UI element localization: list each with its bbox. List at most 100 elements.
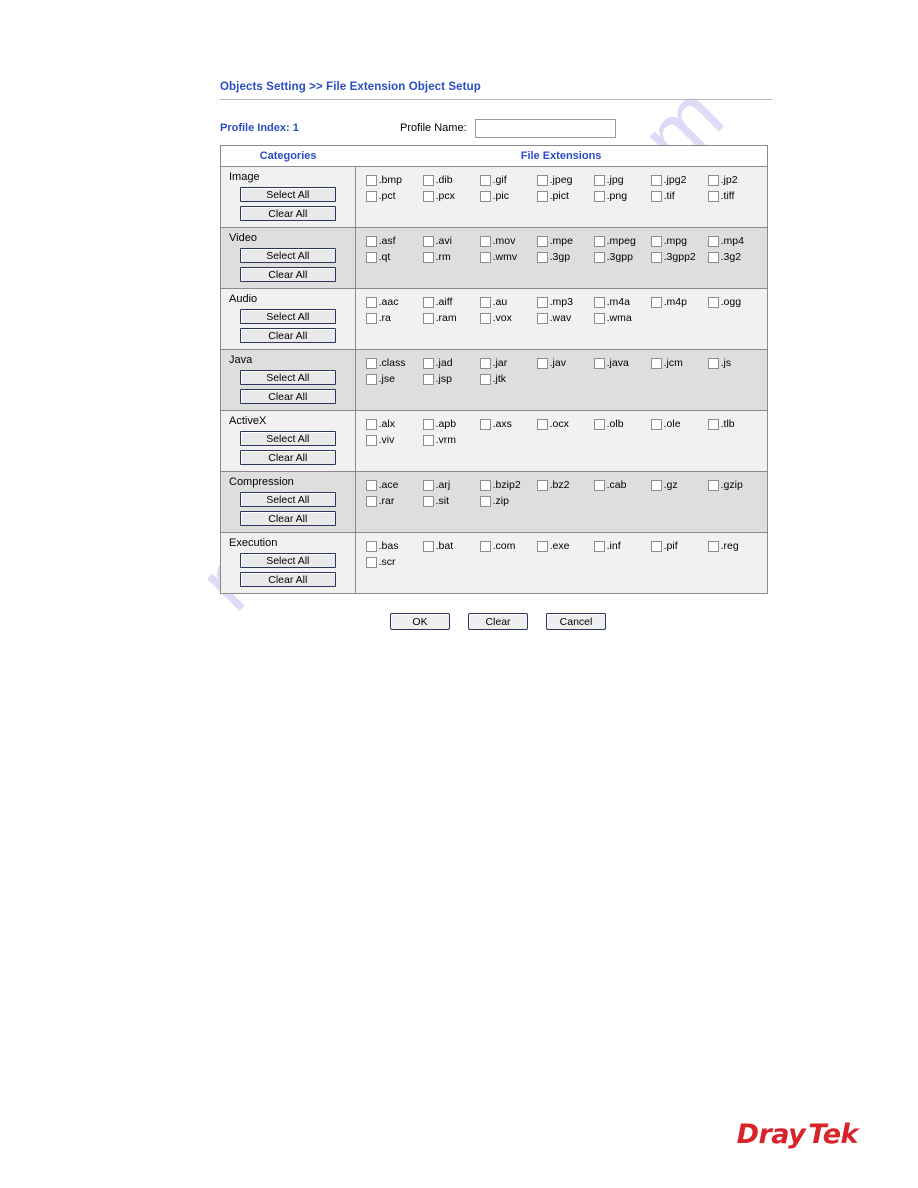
- checkbox-icon[interactable]: [479, 373, 491, 385]
- checkbox-icon[interactable]: [365, 495, 377, 507]
- extension-option[interactable]: .m4a: [593, 296, 651, 308]
- clear-all-button-execution[interactable]: Clear All: [239, 572, 336, 587]
- checkbox-icon[interactable]: [650, 479, 662, 491]
- extension-option[interactable]: .jad: [422, 357, 480, 369]
- checkbox-icon[interactable]: [593, 357, 605, 369]
- select-all-button-activex[interactable]: Select All: [239, 431, 336, 446]
- extension-option[interactable]: .jpg2: [650, 174, 708, 186]
- extension-option[interactable]: .vrm: [422, 434, 480, 446]
- extension-option[interactable]: .3gp: [536, 251, 594, 263]
- checkbox-icon[interactable]: [593, 540, 605, 552]
- extension-option[interactable]: .pcx: [422, 190, 480, 202]
- checkbox-icon[interactable]: [365, 296, 377, 308]
- select-all-button-compression[interactable]: Select All: [239, 492, 336, 507]
- extension-option[interactable]: .vox: [479, 312, 537, 324]
- checkbox-icon[interactable]: [707, 251, 719, 263]
- extension-option[interactable]: .mov: [479, 235, 537, 247]
- extension-option[interactable]: .pct: [365, 190, 423, 202]
- checkbox-icon[interactable]: [365, 556, 377, 568]
- extension-option[interactable]: .jav: [536, 357, 594, 369]
- clear-all-button-image[interactable]: Clear All: [239, 206, 336, 221]
- extension-option[interactable]: .tlb: [707, 418, 765, 430]
- extension-option[interactable]: .jpg: [593, 174, 651, 186]
- checkbox-icon[interactable]: [650, 418, 662, 430]
- checkbox-icon[interactable]: [536, 251, 548, 263]
- select-all-button-audio[interactable]: Select All: [239, 309, 336, 324]
- extension-option[interactable]: .viv: [365, 434, 423, 446]
- checkbox-icon[interactable]: [707, 357, 719, 369]
- extension-option[interactable]: .ole: [650, 418, 708, 430]
- extension-option[interactable]: .exe: [536, 540, 594, 552]
- checkbox-icon[interactable]: [650, 174, 662, 186]
- extension-option[interactable]: .mp3: [536, 296, 594, 308]
- extension-option[interactable]: .mpe: [536, 235, 594, 247]
- extension-option[interactable]: .olb: [593, 418, 651, 430]
- checkbox-icon[interactable]: [536, 296, 548, 308]
- checkbox-icon[interactable]: [593, 190, 605, 202]
- select-all-button-video[interactable]: Select All: [239, 248, 336, 263]
- checkbox-icon[interactable]: [707, 174, 719, 186]
- checkbox-icon[interactable]: [422, 373, 434, 385]
- checkbox-icon[interactable]: [365, 251, 377, 263]
- extension-option[interactable]: .aiff: [422, 296, 480, 308]
- checkbox-icon[interactable]: [422, 251, 434, 263]
- checkbox-icon[interactable]: [422, 296, 434, 308]
- extension-option[interactable]: .apb: [422, 418, 480, 430]
- checkbox-icon[interactable]: [650, 296, 662, 308]
- checkbox-icon[interactable]: [593, 479, 605, 491]
- extension-option[interactable]: .inf: [593, 540, 651, 552]
- extension-option[interactable]: .m4p: [650, 296, 708, 308]
- clear-all-button-video[interactable]: Clear All: [239, 267, 336, 282]
- checkbox-icon[interactable]: [365, 235, 377, 247]
- checkbox-icon[interactable]: [479, 479, 491, 491]
- clear-all-button-audio[interactable]: Clear All: [239, 328, 336, 343]
- clear-button[interactable]: Clear: [468, 613, 528, 630]
- checkbox-icon[interactable]: [536, 235, 548, 247]
- extension-option[interactable]: .avi: [422, 235, 480, 247]
- checkbox-icon[interactable]: [479, 540, 491, 552]
- checkbox-icon[interactable]: [593, 251, 605, 263]
- checkbox-icon[interactable]: [707, 418, 719, 430]
- checkbox-icon[interactable]: [479, 312, 491, 324]
- extension-option[interactable]: .dib: [422, 174, 480, 186]
- checkbox-icon[interactable]: [707, 479, 719, 491]
- extension-option[interactable]: .tif: [650, 190, 708, 202]
- extension-option[interactable]: .jse: [365, 373, 423, 385]
- checkbox-icon[interactable]: [536, 312, 548, 324]
- extension-option[interactable]: .ra: [365, 312, 423, 324]
- checkbox-icon[interactable]: [422, 312, 434, 324]
- extension-option[interactable]: .ram: [422, 312, 480, 324]
- checkbox-icon[interactable]: [650, 540, 662, 552]
- extension-option[interactable]: .class: [365, 357, 423, 369]
- checkbox-icon[interactable]: [365, 434, 377, 446]
- checkbox-icon[interactable]: [650, 235, 662, 247]
- extension-option[interactable]: .zip: [479, 495, 537, 507]
- extension-option[interactable]: .mp4: [707, 235, 765, 247]
- extension-option[interactable]: .jp2: [707, 174, 765, 186]
- extension-option[interactable]: .gif: [479, 174, 537, 186]
- extension-option[interactable]: .wma: [593, 312, 651, 324]
- extension-option[interactable]: .alx: [365, 418, 423, 430]
- cancel-button[interactable]: Cancel: [546, 613, 606, 630]
- clear-all-button-compression[interactable]: Clear All: [239, 511, 336, 526]
- extension-option[interactable]: .mpeg: [593, 235, 651, 247]
- checkbox-icon[interactable]: [365, 479, 377, 491]
- extension-option[interactable]: .bzip2: [479, 479, 537, 491]
- checkbox-icon[interactable]: [650, 251, 662, 263]
- checkbox-icon[interactable]: [479, 251, 491, 263]
- extension-option[interactable]: .bz2: [536, 479, 594, 491]
- extension-option[interactable]: .mpg: [650, 235, 708, 247]
- extension-option[interactable]: .reg: [707, 540, 765, 552]
- checkbox-icon[interactable]: [650, 357, 662, 369]
- extension-option[interactable]: .jtk: [479, 373, 537, 385]
- checkbox-icon[interactable]: [536, 479, 548, 491]
- checkbox-icon[interactable]: [479, 190, 491, 202]
- checkbox-icon[interactable]: [536, 540, 548, 552]
- checkbox-icon[interactable]: [707, 190, 719, 202]
- extension-option[interactable]: .tiff: [707, 190, 765, 202]
- extension-option[interactable]: .jpeg: [536, 174, 594, 186]
- extension-option[interactable]: .aac: [365, 296, 423, 308]
- checkbox-icon[interactable]: [650, 190, 662, 202]
- extension-option[interactable]: .gzip: [707, 479, 765, 491]
- clear-all-button-java[interactable]: Clear All: [239, 389, 336, 404]
